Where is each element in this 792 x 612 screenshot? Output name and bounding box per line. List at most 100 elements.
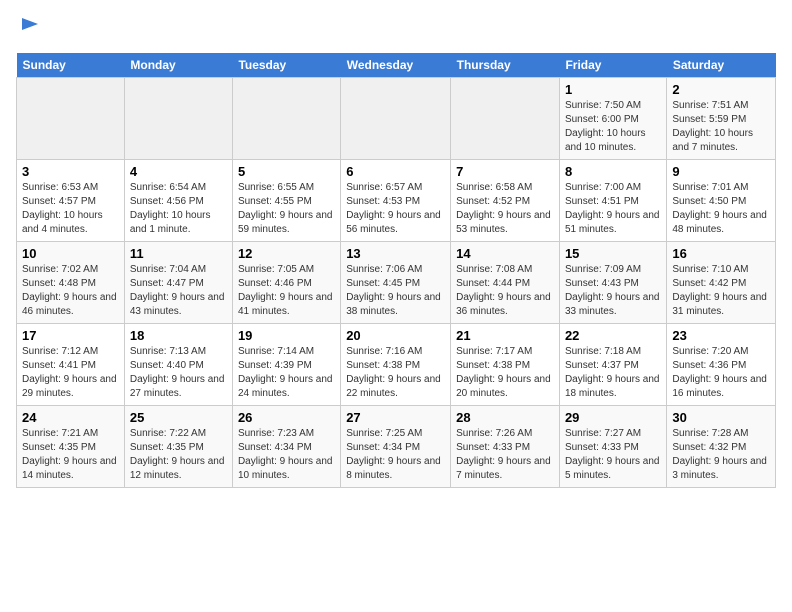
day-number: 18: [130, 328, 227, 343]
calendar-cell: 29Sunrise: 7:27 AM Sunset: 4:33 PM Dayli…: [559, 405, 666, 487]
calendar-cell: [124, 77, 232, 159]
calendar-cell: 21 Sunrise: 7:17 AM Sunset: 4:38 PM Dayli…: [451, 323, 560, 405]
calendar-cell: 2 Sunrise: 7:51 AM Sunset: 5:59 PM Daylig…: [667, 77, 776, 159]
day-number: 9: [672, 164, 770, 179]
logo: [16, 16, 42, 45]
day-info: Sunrise: 7:50 AM Sunset: 6:00 PM Dayligh…: [565, 99, 661, 155]
header: [16, 16, 776, 45]
calendar-cell: 12 Sunrise: 7:05 AM Sunset: 4:46 PM Dayli…: [232, 241, 340, 323]
calendar-cell: [451, 77, 560, 159]
day-info: Sunrise: 7:04 AM Sunset: 4:47 PM Dayligh…: [130, 263, 227, 319]
dow-header-monday: Monday: [124, 53, 232, 78]
day-info: Sunrise: 7:02 AM Sunset: 4:48 PM Dayligh…: [22, 263, 119, 319]
day-number: 28: [456, 410, 554, 425]
calendar-cell: 17 Sunrise: 7:12 AM Sunset: 4:41 PM Dayli…: [17, 323, 125, 405]
day-info: Sunrise: 7:16 AM Sunset: 4:38 PM Dayligh…: [346, 345, 445, 401]
calendar-cell: 20 Sunrise: 7:16 AM Sunset: 4:38 PM Dayli…: [341, 323, 451, 405]
day-number: 17: [22, 328, 119, 343]
day-number: 10: [22, 246, 119, 261]
calendar-cell: 24 Sunrise: 7:21 AM Sunset: 4:35 PM Dayli…: [17, 405, 125, 487]
calendar-cell: 27 Sunrise: 7:25 AM Sunset: 4:34 PM Dayli…: [341, 405, 451, 487]
day-info: Sunrise: 7:01 AM Sunset: 4:50 PM Dayligh…: [672, 181, 770, 237]
day-number: 6: [346, 164, 445, 179]
calendar-cell: 9 Sunrise: 7:01 AM Sunset: 4:50 PM Daylig…: [667, 159, 776, 241]
day-number: 19: [238, 328, 335, 343]
day-info: Sunrise: 7:21 AM Sunset: 4:35 PM Dayligh…: [22, 427, 119, 483]
calendar-cell: 22 Sunrise: 7:18 AM Sunset: 4:37 PM Dayli…: [559, 323, 666, 405]
calendar-cell: 23 Sunrise: 7:20 AM Sunset: 4:36 PM Dayli…: [667, 323, 776, 405]
dow-header-thursday: Thursday: [451, 53, 560, 78]
day-info: Sunrise: 6:54 AM Sunset: 4:56 PM Dayligh…: [130, 181, 227, 237]
day-number: 20: [346, 328, 445, 343]
day-number: 12: [238, 246, 335, 261]
day-info: Sunrise: 6:57 AM Sunset: 4:53 PM Dayligh…: [346, 181, 445, 237]
calendar-cell: [232, 77, 340, 159]
calendar-cell: 8 Sunrise: 7:00 AM Sunset: 4:51 PM Daylig…: [559, 159, 666, 241]
calendar-cell: 4 Sunrise: 6:54 AM Sunset: 4:56 PM Daylig…: [124, 159, 232, 241]
day-info: Sunrise: 7:23 AM Sunset: 4:34 PM Dayligh…: [238, 427, 335, 483]
day-number: 2: [672, 82, 770, 97]
day-number: 21: [456, 328, 554, 343]
day-number: 3: [22, 164, 119, 179]
day-number: 5: [238, 164, 335, 179]
calendar-cell: 13Sunrise: 7:06 AM Sunset: 4:45 PM Dayli…: [341, 241, 451, 323]
day-info: Sunrise: 7:17 AM Sunset: 4:38 PM Dayligh…: [456, 345, 554, 401]
day-number: 4: [130, 164, 227, 179]
day-number: 1: [565, 82, 661, 97]
day-number: 24: [22, 410, 119, 425]
day-number: 26: [238, 410, 335, 425]
day-number: 22: [565, 328, 661, 343]
day-info: Sunrise: 7:20 AM Sunset: 4:36 PM Dayligh…: [672, 345, 770, 401]
day-info: Sunrise: 7:00 AM Sunset: 4:51 PM Dayligh…: [565, 181, 661, 237]
calendar-cell: 16Sunrise: 7:10 AM Sunset: 4:42 PM Dayli…: [667, 241, 776, 323]
logo-flag-icon: [18, 16, 42, 40]
calendar-cell: 3 Sunrise: 6:53 AM Sunset: 4:57 PM Daylig…: [17, 159, 125, 241]
calendar-cell: 5 Sunrise: 6:55 AM Sunset: 4:55 PM Daylig…: [232, 159, 340, 241]
day-number: 11: [130, 246, 227, 261]
calendar-cell: 19Sunrise: 7:14 AM Sunset: 4:39 PM Dayli…: [232, 323, 340, 405]
day-number: 29: [565, 410, 661, 425]
day-info: Sunrise: 7:28 AM Sunset: 4:32 PM Dayligh…: [672, 427, 770, 483]
calendar-cell: [341, 77, 451, 159]
day-info: Sunrise: 7:12 AM Sunset: 4:41 PM Dayligh…: [22, 345, 119, 401]
day-info: Sunrise: 7:05 AM Sunset: 4:46 PM Dayligh…: [238, 263, 335, 319]
dow-header-friday: Friday: [559, 53, 666, 78]
calendar-cell: 14 Sunrise: 7:08 AM Sunset: 4:44 PM Dayli…: [451, 241, 560, 323]
calendar-cell: 18 Sunrise: 7:13 AM Sunset: 4:40 PM Dayli…: [124, 323, 232, 405]
calendar-cell: 30 Sunrise: 7:28 AM Sunset: 4:32 PM Dayli…: [667, 405, 776, 487]
calendar-cell: 6 Sunrise: 6:57 AM Sunset: 4:53 PM Daylig…: [341, 159, 451, 241]
calendar-cell: 11 Sunrise: 7:04 AM Sunset: 4:47 PM Dayli…: [124, 241, 232, 323]
day-info: Sunrise: 7:51 AM Sunset: 5:59 PM Dayligh…: [672, 99, 770, 155]
calendar-cell: 28 Sunrise: 7:26 AM Sunset: 4:33 PM Dayli…: [451, 405, 560, 487]
calendar-cell: 7 Sunrise: 6:58 AM Sunset: 4:52 PM Daylig…: [451, 159, 560, 241]
day-info: Sunrise: 6:58 AM Sunset: 4:52 PM Dayligh…: [456, 181, 554, 237]
day-number: 14: [456, 246, 554, 261]
day-info: Sunrise: 7:26 AM Sunset: 4:33 PM Dayligh…: [456, 427, 554, 483]
calendar-cell: 15 Sunrise: 7:09 AM Sunset: 4:43 PM Dayli…: [559, 241, 666, 323]
day-info: Sunrise: 7:09 AM Sunset: 4:43 PM Dayligh…: [565, 263, 661, 319]
day-number: 23: [672, 328, 770, 343]
day-number: 13: [346, 246, 445, 261]
day-info: Sunrise: 7:13 AM Sunset: 4:40 PM Dayligh…: [130, 345, 227, 401]
day-number: 8: [565, 164, 661, 179]
day-number: 30: [672, 410, 770, 425]
day-info: Sunrise: 7:18 AM Sunset: 4:37 PM Dayligh…: [565, 345, 661, 401]
day-info: Sunrise: 7:08 AM Sunset: 4:44 PM Dayligh…: [456, 263, 554, 319]
day-info: Sunrise: 7:10 AM Sunset: 4:42 PM Dayligh…: [672, 263, 770, 319]
dow-header-tuesday: Tuesday: [232, 53, 340, 78]
calendar-table: SundayMondayTuesdayWednesdayThursdayFrid…: [16, 53, 776, 488]
dow-header-saturday: Saturday: [667, 53, 776, 78]
day-number: 27: [346, 410, 445, 425]
day-number: 7: [456, 164, 554, 179]
calendar-cell: [17, 77, 125, 159]
day-info: Sunrise: 7:22 AM Sunset: 4:35 PM Dayligh…: [130, 427, 227, 483]
day-number: 25: [130, 410, 227, 425]
calendar-cell: 25 Sunrise: 7:22 AM Sunset: 4:35 PM Dayli…: [124, 405, 232, 487]
day-info: Sunrise: 7:25 AM Sunset: 4:34 PM Dayligh…: [346, 427, 445, 483]
calendar-cell: 1 Sunrise: 7:50 AM Sunset: 6:00 PM Daylig…: [559, 77, 666, 159]
dow-header-sunday: Sunday: [17, 53, 125, 78]
day-info: Sunrise: 6:53 AM Sunset: 4:57 PM Dayligh…: [22, 181, 119, 237]
calendar-cell: 26 Sunrise: 7:23 AM Sunset: 4:34 PM Dayli…: [232, 405, 340, 487]
day-info: Sunrise: 6:55 AM Sunset: 4:55 PM Dayligh…: [238, 181, 335, 237]
day-number: 15: [565, 246, 661, 261]
